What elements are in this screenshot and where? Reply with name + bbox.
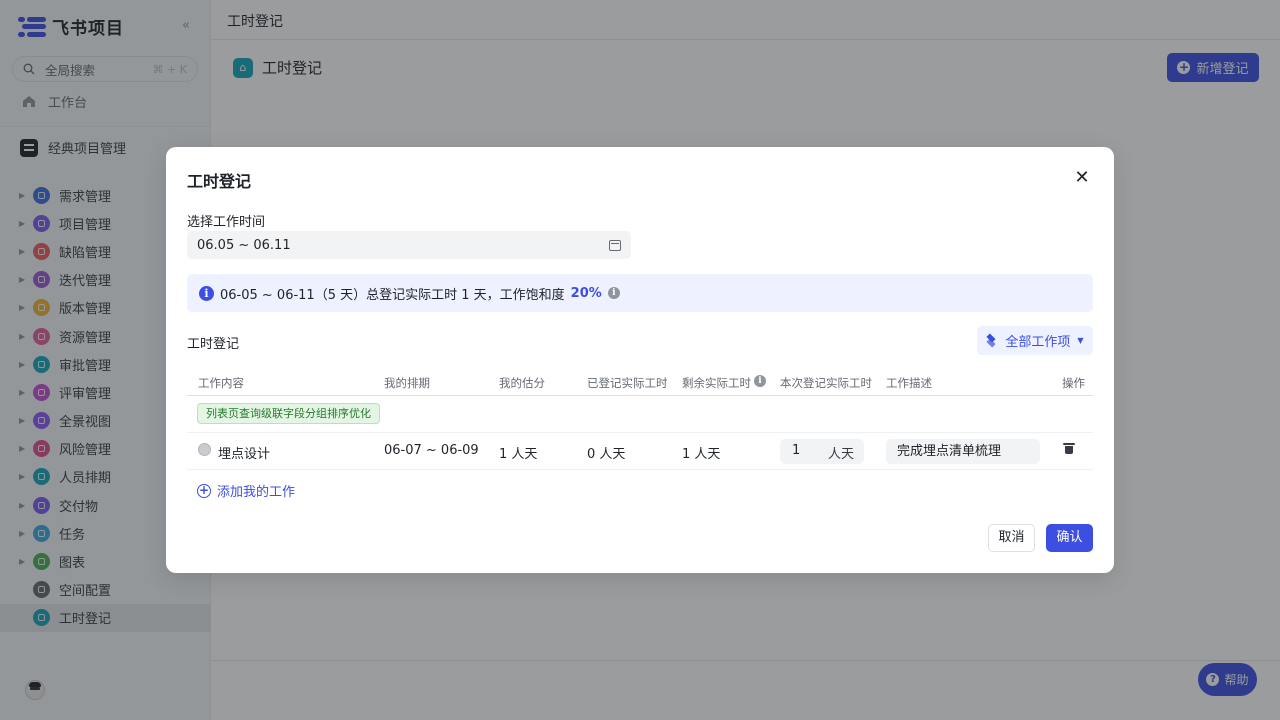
current-hours-value: 1 bbox=[792, 443, 801, 458]
timesheet-table: 工作内容 我的排期 我的估分 已登记实际工时 剩余实际工时 i 本次登记实际工时… bbox=[187, 367, 1093, 470]
summary-info-bar: i 06-05 ~ 06-11（5 天）总登记实际工时 1 天，工作饱和度 20… bbox=[187, 274, 1093, 312]
schedule-value: 06-07 ~ 06-09 bbox=[384, 443, 479, 458]
description-input[interactable]: 完成埋点清单梳理 bbox=[886, 439, 1040, 464]
work-name[interactable]: 埋点设计 bbox=[218, 443, 270, 462]
work-item-filter[interactable]: 全部工作项 ▼ bbox=[977, 326, 1093, 355]
add-my-work-button[interactable]: + 添加我的工作 bbox=[197, 481, 295, 500]
remaining-info-icon[interactable]: i bbox=[754, 375, 766, 387]
col-description: 工作描述 bbox=[886, 376, 932, 390]
date-range-value: 06.05 ~ 06.11 bbox=[197, 237, 291, 253]
current-hours-input[interactable]: 1 人天 bbox=[780, 439, 864, 464]
date-label: 选择工作时间 bbox=[187, 215, 266, 230]
col-remaining-hours: 剩余实际工时 bbox=[682, 376, 751, 390]
table-header: 工作内容 我的排期 我的估分 已登记实际工时 剩余实际工时 i 本次登记实际工时… bbox=[187, 367, 1093, 396]
close-icon[interactable]: ✕ bbox=[1073, 169, 1091, 187]
calendar-icon bbox=[609, 239, 621, 251]
col-my-schedule: 我的排期 bbox=[384, 376, 430, 390]
timesheet-modal: 工时登记 ✕ 选择工作时间 06.05 ~ 06.11 i 06-05 ~ 06… bbox=[166, 147, 1114, 573]
trash-icon[interactable] bbox=[1063, 443, 1075, 455]
estimate-value: 1 人天 bbox=[499, 447, 538, 462]
modal-title: 工时登记 bbox=[187, 172, 252, 191]
date-range-picker[interactable]: 06.05 ~ 06.11 bbox=[187, 231, 631, 259]
caret-down-icon: ▼ bbox=[1077, 336, 1084, 345]
help-info-icon[interactable]: i bbox=[607, 287, 620, 299]
confirm-button[interactable]: 确认 bbox=[1046, 524, 1093, 552]
col-my-estimate: 我的估分 bbox=[499, 376, 545, 390]
group-tag[interactable]: 列表页查询级联字段分组排序优化 bbox=[197, 403, 380, 424]
col-current-hours: 本次登记实际工时 bbox=[780, 376, 872, 390]
table-row: 埋点设计 06-07 ~ 06-09 1 人天 0 人天 1 人天 1 人天 完… bbox=[187, 433, 1093, 470]
col-work-content: 工作内容 bbox=[198, 376, 244, 390]
remaining-value: 1 人天 bbox=[682, 447, 721, 462]
col-logged-hours: 已登记实际工时 bbox=[587, 376, 668, 390]
layers-icon bbox=[986, 336, 998, 346]
saturation-percent: 20% bbox=[570, 285, 602, 301]
work-item-filter-label: 全部工作项 bbox=[1005, 335, 1071, 350]
logged-value: 0 人天 bbox=[587, 447, 626, 462]
cancel-button[interactable]: 取消 bbox=[988, 524, 1035, 552]
group-row: 列表页查询级联字段分组排序优化 bbox=[187, 396, 1093, 433]
summary-text: 06-05 ~ 06-11（5 天）总登记实际工时 1 天，工作饱和度 bbox=[220, 287, 565, 303]
col-actions: 操作 bbox=[1062, 376, 1085, 390]
row-status-icon bbox=[198, 443, 211, 456]
current-hours-unit: 人天 bbox=[828, 447, 855, 462]
section-title: 工时登记 bbox=[187, 337, 240, 352]
add-circle-icon: + bbox=[197, 482, 211, 498]
add-my-work-label: 添加我的工作 bbox=[217, 485, 296, 500]
info-icon: i bbox=[199, 285, 214, 301]
